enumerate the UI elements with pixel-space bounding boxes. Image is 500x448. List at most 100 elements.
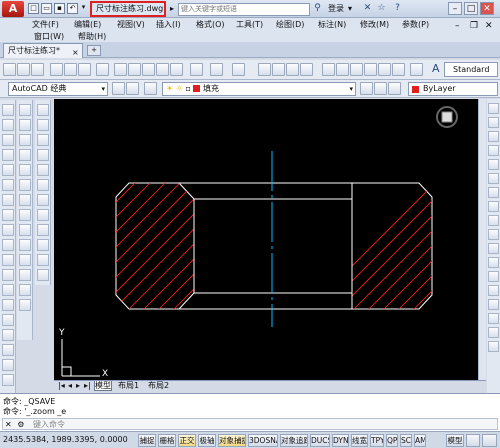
command-input[interactable]: ✕ ⚙ 键入命令 xyxy=(2,418,498,430)
layer-manager-icon[interactable] xyxy=(144,82,157,95)
status-toggle-button[interactable]: SC xyxy=(400,434,412,447)
match-properties-icon[interactable] xyxy=(156,63,169,76)
tool-icon[interactable] xyxy=(488,117,499,128)
status-toggle-button[interactable]: 正交 xyxy=(178,434,196,447)
insert-block-icon[interactable] xyxy=(2,269,14,281)
tool-icon[interactable] xyxy=(488,131,499,142)
vertical-scrollbar[interactable] xyxy=(478,99,486,380)
tool-icon[interactable] xyxy=(488,243,499,254)
extend-icon[interactable] xyxy=(37,254,49,266)
quickcalc-icon[interactable] xyxy=(392,63,405,76)
copy-object-icon[interactable] xyxy=(37,119,49,131)
block-editor-icon[interactable] xyxy=(170,63,183,76)
status-toggle-button[interactable]: 线宽 xyxy=(351,434,368,447)
close-window-button[interactable]: ✕ xyxy=(480,2,494,15)
polyline-icon[interactable] xyxy=(2,134,14,146)
layer-tool-icon[interactable] xyxy=(19,179,31,191)
menu-draw[interactable]: 绘图(D) xyxy=(276,19,304,30)
line-icon[interactable] xyxy=(2,104,14,116)
tool-icon[interactable] xyxy=(488,145,499,156)
point-icon[interactable] xyxy=(2,299,14,311)
color-select[interactable]: ByLayer xyxy=(408,82,498,96)
zoom-realtime-icon[interactable] xyxy=(272,63,285,76)
tool-icon[interactable] xyxy=(488,257,499,268)
tool-icon[interactable] xyxy=(488,341,499,352)
menu-view[interactable]: 视图(V) xyxy=(117,19,145,30)
wrench-icon[interactable]: ⚙ xyxy=(17,420,24,429)
print-icon[interactable] xyxy=(50,63,63,76)
tool-icon[interactable] xyxy=(488,327,499,338)
zoom-previous-icon[interactable] xyxy=(300,63,313,76)
tool-icon[interactable] xyxy=(488,313,499,324)
doc-close-button[interactable]: ✕ xyxy=(485,21,493,31)
tool-icon[interactable] xyxy=(488,229,499,240)
tool-icon[interactable] xyxy=(488,201,499,212)
copy-icon[interactable] xyxy=(128,63,141,76)
tool-icon[interactable] xyxy=(488,103,499,114)
menu-window[interactable]: 窗口(W) xyxy=(34,31,64,42)
open-icon[interactable] xyxy=(17,63,30,76)
layer-tool-icon[interactable] xyxy=(19,239,31,251)
markup-icon[interactable] xyxy=(378,63,391,76)
layer-tool-icon[interactable] xyxy=(19,194,31,206)
3d-dwf-icon[interactable] xyxy=(96,63,109,76)
close-icon[interactable]: ✕ xyxy=(5,420,12,429)
status-toggle-button[interactable]: AM xyxy=(414,434,426,447)
revcloud-icon[interactable] xyxy=(2,209,14,221)
polygon-icon[interactable] xyxy=(2,149,14,161)
trim-icon[interactable] xyxy=(37,239,49,251)
layer-select[interactable]: ☀ ☼ ▫ 填充 ▾ xyxy=(162,82,356,96)
tool-icon[interactable] xyxy=(488,215,499,226)
status-toggle-button[interactable]: DYN xyxy=(332,434,349,447)
design-center-icon[interactable] xyxy=(336,63,349,76)
prev-tab-icon[interactable]: ◂ xyxy=(68,381,72,391)
layer-tool-icon[interactable] xyxy=(19,224,31,236)
menu-help[interactable]: 帮助(H) xyxy=(78,31,106,42)
ellipse-arc-icon[interactable] xyxy=(2,254,14,266)
search-input[interactable]: 键入关键字或短语 xyxy=(178,3,310,16)
maximize-button[interactable]: □ xyxy=(464,2,478,15)
tab-close-icon[interactable]: × xyxy=(72,46,79,59)
help-icon[interactable]: ? xyxy=(392,3,403,14)
drawing-canvas[interactable]: Y X xyxy=(54,99,478,380)
status-toggle-button[interactable]: 栅格 xyxy=(158,434,176,447)
redo-icon[interactable] xyxy=(210,63,223,76)
gradient-icon[interactable] xyxy=(2,329,14,341)
multiline-text-icon[interactable] xyxy=(2,374,14,386)
text-style-select[interactable]: Standard xyxy=(444,62,498,77)
annotation-scale-icon[interactable] xyxy=(482,434,497,447)
table-icon[interactable] xyxy=(2,359,14,371)
arc-icon[interactable] xyxy=(2,179,14,191)
status-toggle-button[interactable]: 3DOSNAP xyxy=(248,434,278,447)
erase-icon[interactable] xyxy=(37,104,49,116)
minimize-button[interactable]: – xyxy=(448,2,462,15)
model-space-button[interactable]: 模型 xyxy=(446,434,464,447)
spline-icon[interactable] xyxy=(2,224,14,236)
make-block-icon[interactable] xyxy=(2,284,14,296)
properties-icon[interactable] xyxy=(322,63,335,76)
save-toolbar-icon[interactable] xyxy=(31,63,44,76)
layer-tool-icon[interactable] xyxy=(19,299,31,311)
layer-tool-icon[interactable] xyxy=(19,209,31,221)
cut-icon[interactable] xyxy=(114,63,127,76)
layer-tool-icon[interactable] xyxy=(19,254,31,266)
menu-modify[interactable]: 修改(M) xyxy=(360,19,389,30)
layer-tool-icon[interactable] xyxy=(19,134,31,146)
undo-icon[interactable]: ↶ xyxy=(67,3,78,14)
new-file-icon[interactable]: □ xyxy=(28,3,39,14)
construction-line-icon[interactable] xyxy=(2,119,14,131)
tab-layout1[interactable]: 布局1 xyxy=(118,381,139,391)
make-current-layer-icon[interactable] xyxy=(360,82,373,95)
save-icon[interactable]: ▪ xyxy=(54,3,65,14)
status-toggle-button[interactable]: QP xyxy=(386,434,398,447)
mirror-icon[interactable] xyxy=(37,134,49,146)
hatch-icon[interactable] xyxy=(2,314,14,326)
zoom-window-icon[interactable] xyxy=(286,63,299,76)
doc-restore-button[interactable]: ❐ xyxy=(470,21,478,31)
tool-palettes-icon[interactable] xyxy=(350,63,363,76)
status-toggle-button[interactable]: 捕捉 xyxy=(138,434,156,447)
status-toggle-button[interactable]: TPY xyxy=(370,434,384,447)
offset-icon[interactable] xyxy=(37,149,49,161)
region-icon[interactable] xyxy=(2,344,14,356)
menu-file[interactable]: 文件(F) xyxy=(32,19,59,30)
